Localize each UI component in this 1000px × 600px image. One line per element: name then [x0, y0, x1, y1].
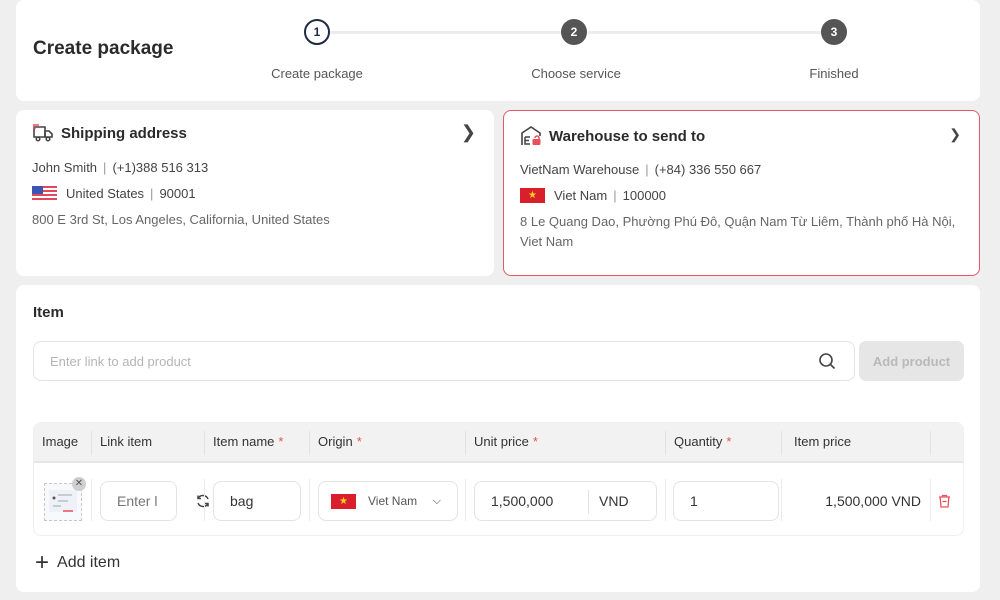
- column-header-quantity: Quantity *: [674, 434, 732, 449]
- warehouse-country: Viet Nam: [554, 188, 608, 203]
- step-1-label: Create package: [271, 66, 363, 81]
- item-name-input[interactable]: [213, 481, 301, 521]
- shipping-country-row: United States | 90001: [32, 186, 196, 201]
- step-1-indicator: 1: [304, 19, 330, 45]
- origin-value: Viet Nam: [368, 494, 418, 508]
- shipping-phone: (+1)388 516 313: [112, 160, 209, 175]
- vn-flag-icon: ★: [520, 188, 545, 203]
- column-header-item-name: Item name *: [213, 434, 284, 449]
- warehouse-postal: 100000: [622, 188, 667, 203]
- items-table: Image Link item Item name * Origin * Unit …: [33, 422, 964, 536]
- item-price-value: 1,500,000 VND: [825, 493, 921, 509]
- step-3-indicator: 3: [821, 19, 847, 45]
- page-title: Create package: [33, 38, 174, 59]
- currency-label: VND: [599, 493, 629, 509]
- item-section: Item Add product Image Link item Item na…: [16, 285, 980, 592]
- unit-price-field[interactable]: 1,500,000 VND: [474, 481, 657, 521]
- us-flag-icon: [32, 186, 57, 201]
- table-row: ✕ ★ Viet Nam ⌵ 1,500,000 VND: [34, 465, 963, 535]
- step-2-label: Choose service: [531, 66, 621, 81]
- shipping-full-address: 800 E 3rd St, Los Angeles, California, U…: [32, 212, 330, 227]
- warehouse-full-address: 8 Le Quang Dao, Phường Phú Đô, Quận Nam …: [520, 214, 956, 249]
- shipping-name: John Smith: [32, 160, 98, 175]
- refresh-icon[interactable]: [195, 493, 211, 509]
- table-header: Image Link item Item name * Origin * Unit …: [34, 423, 963, 463]
- add-product-button[interactable]: Add product: [859, 341, 964, 381]
- vn-flag-icon: ★: [331, 493, 356, 509]
- chevron-right-icon[interactable]: ❯: [461, 122, 476, 143]
- item-section-title: Item: [33, 304, 64, 321]
- step-connector: [588, 31, 834, 34]
- warehouse-icon: [521, 126, 541, 145]
- add-item-button[interactable]: + Add item: [35, 549, 121, 576]
- stepper-header: Create package 1 2 3 Create package Choo…: [16, 0, 980, 101]
- warehouse-title: Warehouse to send to: [549, 127, 706, 145]
- warehouse-card[interactable]: Warehouse to send to ❯ VietNam Warehouse…: [503, 110, 980, 276]
- unit-price-value[interactable]: 1,500,000: [491, 482, 553, 520]
- shipping-country: United States: [66, 186, 145, 201]
- warehouse-name: VietNam Warehouse: [520, 162, 640, 177]
- step-3-label: Finished: [809, 66, 859, 81]
- shipping-contact: John Smith | (+1)388 516 313: [32, 160, 209, 175]
- chevron-right-icon[interactable]: ❯: [949, 126, 961, 143]
- column-header-image: Image: [42, 434, 79, 449]
- remove-image-button[interactable]: ✕: [72, 477, 86, 491]
- warehouse-contact: VietNam Warehouse | (+84) 336 550 667: [520, 162, 762, 177]
- search-icon[interactable]: [818, 352, 836, 370]
- product-link-field: [33, 341, 855, 381]
- step-connector: [330, 31, 574, 34]
- shipping-postal: 90001: [159, 186, 196, 201]
- quantity-input[interactable]: [673, 481, 779, 521]
- warehouse-country-row: ★ Viet Nam | 100000: [520, 188, 666, 203]
- column-header-item-price: Item price: [794, 434, 852, 449]
- shipping-address-title: Shipping address: [61, 124, 187, 142]
- product-link-input[interactable]: [34, 342, 814, 380]
- column-header-link-item: Link item: [100, 434, 153, 449]
- link-item-input[interactable]: [100, 481, 177, 521]
- chevron-down-icon: ⌵: [432, 494, 441, 507]
- add-item-label: Add item: [57, 554, 121, 571]
- shipping-address-card[interactable]: Shipping address ❯ John Smith | (+1)388 …: [16, 110, 494, 276]
- origin-select[interactable]: ★ Viet Nam ⌵: [318, 481, 458, 521]
- step-2-indicator: 2: [561, 19, 587, 45]
- truck-icon: [33, 124, 53, 142]
- trash-icon[interactable]: [938, 494, 951, 508]
- column-header-unit-price: Unit price *: [474, 434, 538, 449]
- warehouse-phone: (+84) 336 550 667: [654, 162, 762, 177]
- plus-icon: +: [35, 549, 50, 576]
- column-header-origin: Origin *: [318, 434, 362, 449]
